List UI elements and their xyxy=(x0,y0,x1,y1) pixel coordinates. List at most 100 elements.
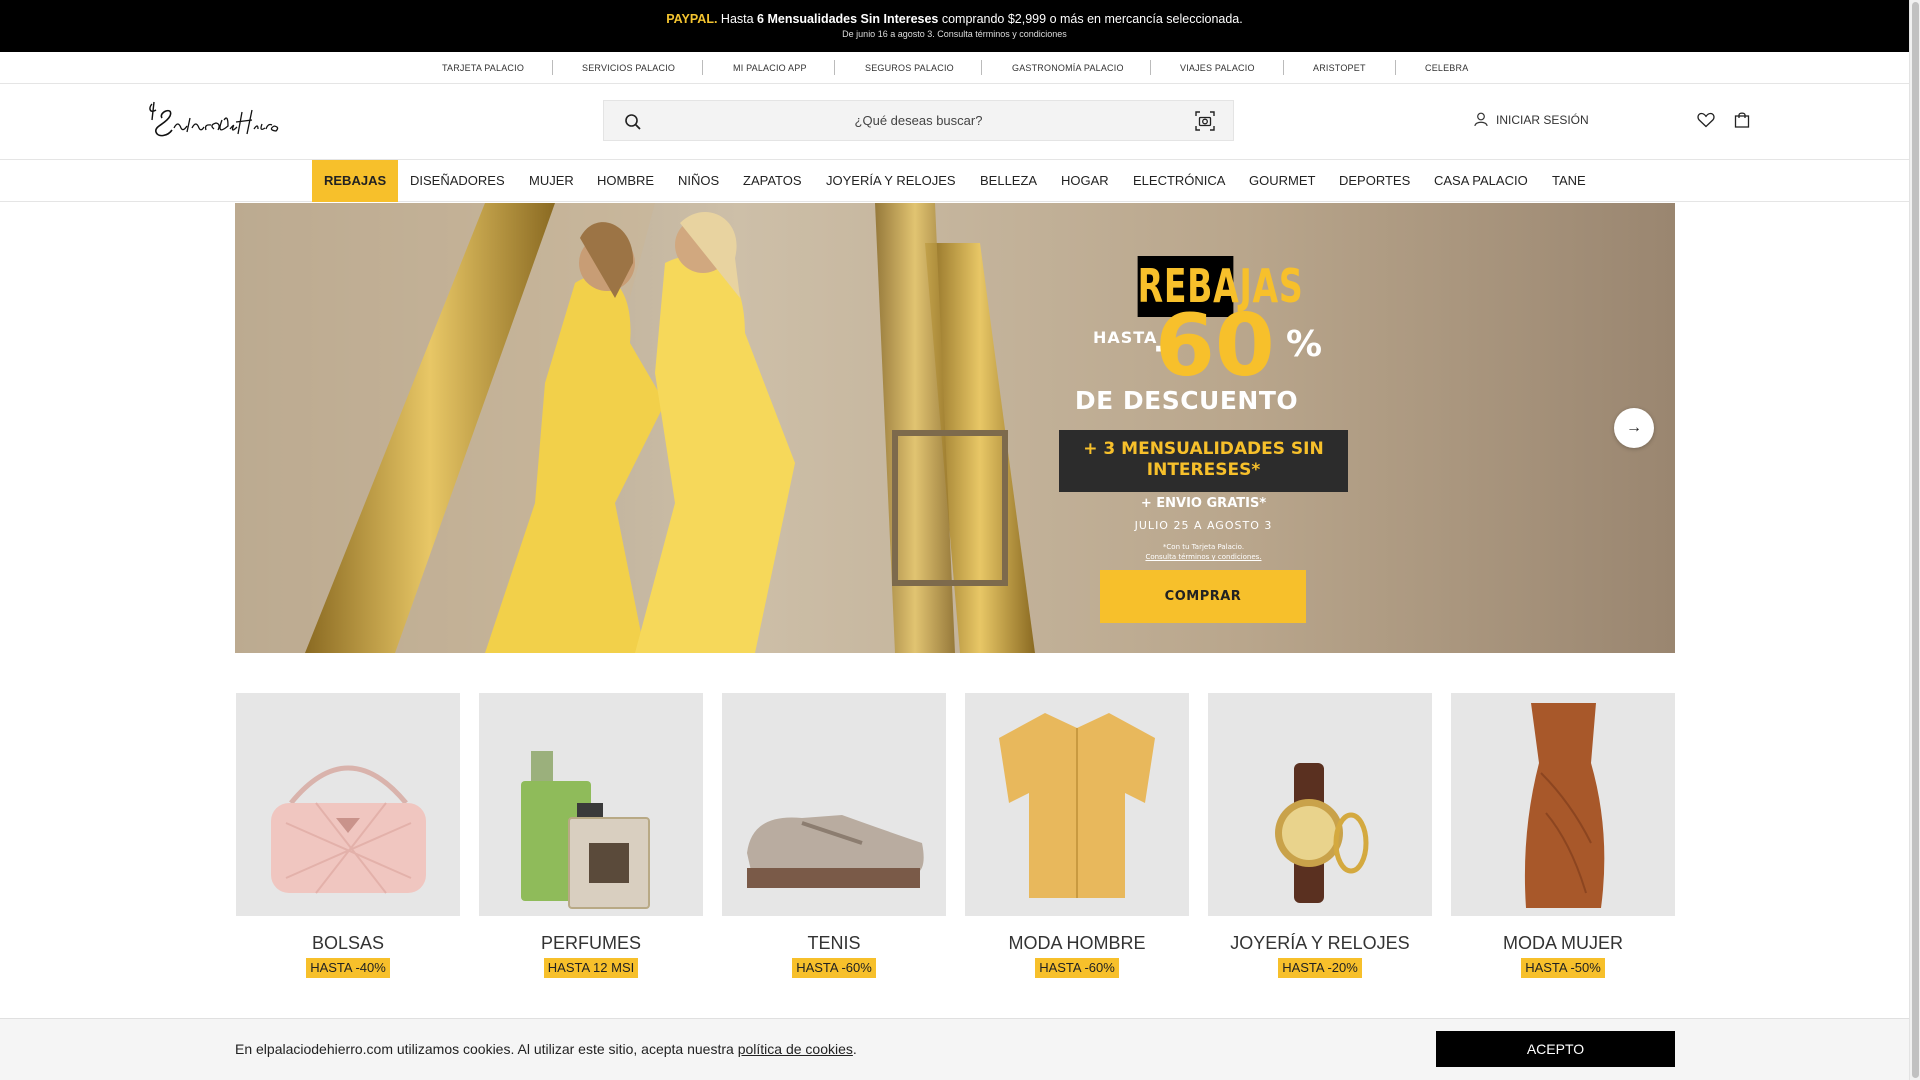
category-tile-joyeria-y-relojes[interactable]: JOYERÍA Y RELOJES HASTA -20% xyxy=(1208,693,1432,978)
category-name[interactable]: PERFUMES xyxy=(479,933,703,954)
category-tile-moda-mujer[interactable]: MODA MUJER HASTA -50% xyxy=(1451,693,1675,978)
nav-item-casa-palacio[interactable]: CASA PALACIO xyxy=(1434,160,1528,202)
category-image-tenis[interactable] xyxy=(722,693,946,916)
category-badge: HASTA -60% xyxy=(792,958,876,978)
divider xyxy=(1395,60,1396,75)
promo-brand: PAYPAL. xyxy=(666,12,718,26)
perfume-bottle-icon xyxy=(521,751,650,909)
nav-item-disenadores[interactable]: DISEÑADORES xyxy=(410,160,505,202)
promo-bold: 6 Mensualidades Sin Intereses xyxy=(757,12,939,26)
hero-discount-value: 60 xyxy=(1155,296,1275,396)
category-image-joyeria-y-relojes[interactable] xyxy=(1208,693,1432,916)
hero-envio: + ENVIO GRATIS* xyxy=(1140,496,1267,511)
divider xyxy=(702,60,703,75)
hero-msi-line-2: INTERESES* xyxy=(1146,460,1261,480)
sneaker-icon xyxy=(747,815,924,888)
category-badge: HASTA -50% xyxy=(1521,958,1605,978)
divider xyxy=(552,60,553,75)
hero-msi-line-1: + 3 MENSUALIDADES SIN xyxy=(1083,439,1324,459)
category-tile-moda-hombre[interactable]: MODA HOMBRE HASTA -60% xyxy=(965,693,1189,978)
service-link-mi-palacio-app[interactable]: Mi Palacio App xyxy=(733,63,807,73)
cookie-banner: En elpalaciodehierro.com utilizamos cook… xyxy=(0,1018,1909,1080)
category-image-moda-mujer[interactable] xyxy=(1451,693,1675,916)
watch-icon xyxy=(1275,763,1369,903)
search-bar[interactable]: ¿Qué deseas buscar? xyxy=(603,100,1234,141)
nav-item-joyeria-y-relojes[interactable]: JOYERÍA Y RELOJES xyxy=(826,160,956,202)
wishlist-heart-icon[interactable] xyxy=(1697,112,1715,133)
promo-message[interactable]: PAYPAL. Hasta 6 Mensualidades Sin Intere… xyxy=(0,12,1909,26)
accept-cookies-button[interactable]: ACEPTO xyxy=(1436,1031,1675,1067)
palacio-logo-icon xyxy=(149,101,279,137)
service-link-celebra[interactable]: Celebra xyxy=(1425,63,1468,73)
page-scrollbar[interactable] xyxy=(1909,0,1920,1080)
hero-percent-sign: % xyxy=(1286,324,1323,365)
category-badge: HASTA 12 MSI xyxy=(543,958,639,978)
hero-hasta: HASTA xyxy=(1093,328,1158,347)
nav-item-rebajas[interactable]: REBAJAS xyxy=(312,160,399,202)
category-badge: HASTA -20% xyxy=(1278,958,1362,978)
nav-item-gourmet[interactable]: GOURMET xyxy=(1249,160,1315,202)
service-link-tarjeta-palacio[interactable]: Tarjeta Palacio xyxy=(442,63,524,73)
nav-item-zapatos[interactable]: ZAPATOS xyxy=(743,160,802,202)
hero-dates: JULIO 25 A AGOSTO 3 xyxy=(1134,519,1273,532)
nav-item-hombre[interactable]: HOMBRE xyxy=(597,160,654,202)
hero-msi-box: + 3 MENSUALIDADES SIN INTERESES* xyxy=(1059,430,1348,492)
nav-item-deportes[interactable]: DEPORTES xyxy=(1339,160,1410,202)
category-image-perfumes[interactable] xyxy=(479,693,703,916)
category-grid: BOLSAS HASTA -40% PERFUMES HASTA 12 MSI … xyxy=(235,693,1675,983)
category-name[interactable]: JOYERÍA Y RELOJES xyxy=(1208,933,1432,954)
site-logo[interactable] xyxy=(144,98,280,142)
login-label: INICIAR SESIÓN xyxy=(1496,112,1589,127)
category-name[interactable]: MODA HOMBRE xyxy=(965,933,1189,954)
cookie-policy-link[interactable]: política de cookies xyxy=(738,1041,853,1057)
handbag-icon xyxy=(271,765,426,894)
user-icon xyxy=(1474,112,1488,127)
main-navigation: REBAJAS DISEÑADORES MUJER HOMBRE NIÑOS Z… xyxy=(0,159,1909,202)
divider xyxy=(981,60,982,75)
promo-subtext[interactable]: De junio 16 a agosto 3. Consulta término… xyxy=(0,29,1909,39)
dress-icon xyxy=(1524,703,1605,908)
service-link-servicios-palacio[interactable]: Servicios Palacio xyxy=(582,63,675,73)
hero-banner[interactable]: REBAJAS HASTA - 60 % DE DESCUENTO + 3 ME… xyxy=(235,203,1675,653)
scrollbar-thumb[interactable] xyxy=(1912,2,1919,1078)
visual-search-camera-icon[interactable] xyxy=(1195,111,1215,136)
search-input[interactable]: ¿Qué deseas buscar? xyxy=(604,113,1233,128)
category-badge: HASTA -60% xyxy=(1035,958,1119,978)
divider xyxy=(1150,60,1151,75)
service-link-aristopet[interactable]: Aristopet xyxy=(1313,63,1366,73)
login-button[interactable]: INICIAR SESIÓN xyxy=(1474,112,1589,127)
category-badge: HASTA -40% xyxy=(306,958,390,978)
site-header: ¿Qué deseas buscar? INICIAR SESIÓN xyxy=(0,84,1909,160)
hero-terms-link[interactable]: Consulta términos y condiciones. xyxy=(1059,553,1348,561)
category-image-moda-hombre[interactable] xyxy=(965,693,1189,916)
shirt-icon xyxy=(999,713,1155,898)
category-name[interactable]: MODA MUJER xyxy=(1451,933,1675,954)
hero-background-image xyxy=(235,203,1675,653)
service-link-viajes-palacio[interactable]: Viajes Palacio xyxy=(1180,63,1255,73)
services-bar: Tarjeta Palacio Servicios Palacio Mi Pal… xyxy=(0,52,1909,84)
promo-text-b: comprando $2,999 o más en mercancía sele… xyxy=(938,12,1243,26)
category-tile-bolsas[interactable]: BOLSAS HASTA -40% xyxy=(236,693,460,978)
nav-item-tane[interactable]: TANE xyxy=(1552,160,1586,202)
category-image-bolsas[interactable] xyxy=(236,693,460,916)
nav-item-hogar[interactable]: HOGAR xyxy=(1061,160,1109,202)
carousel-next-arrow-icon[interactable]: → xyxy=(1614,408,1654,448)
nav-item-ninos[interactable]: NIÑOS xyxy=(678,160,719,202)
hero-comprar-button[interactable]: COMPRAR xyxy=(1100,570,1306,623)
category-tile-tenis[interactable]: TENIS HASTA -60% xyxy=(722,693,946,978)
category-name[interactable]: BOLSAS xyxy=(236,933,460,954)
service-link-gastronomia-palacio[interactable]: Gastronomía Palacio xyxy=(1012,63,1124,73)
category-tile-perfumes[interactable]: PERFUMES HASTA 12 MSI xyxy=(479,693,703,978)
divider xyxy=(1283,60,1284,75)
category-name[interactable]: TENIS xyxy=(722,933,946,954)
nav-item-electronica[interactable]: ELECTRÓNICA xyxy=(1133,160,1225,202)
service-link-seguros-palacio[interactable]: Seguros Palacio xyxy=(865,63,954,73)
hero-note-1: *Con tu Tarjeta Palacio. xyxy=(1162,543,1245,551)
nav-item-mujer[interactable]: MUJER xyxy=(529,160,574,202)
cookie-message: En elpalaciodehierro.com utilizamos cook… xyxy=(235,1041,857,1057)
cookie-end: . xyxy=(852,1041,857,1057)
nav-item-belleza[interactable]: BELLEZA xyxy=(980,160,1037,202)
promo-bar: PAYPAL. Hasta 6 Mensualidades Sin Intere… xyxy=(0,0,1909,52)
shopping-bag-icon[interactable] xyxy=(1734,111,1750,133)
promo-text-a: Hasta xyxy=(717,12,758,26)
